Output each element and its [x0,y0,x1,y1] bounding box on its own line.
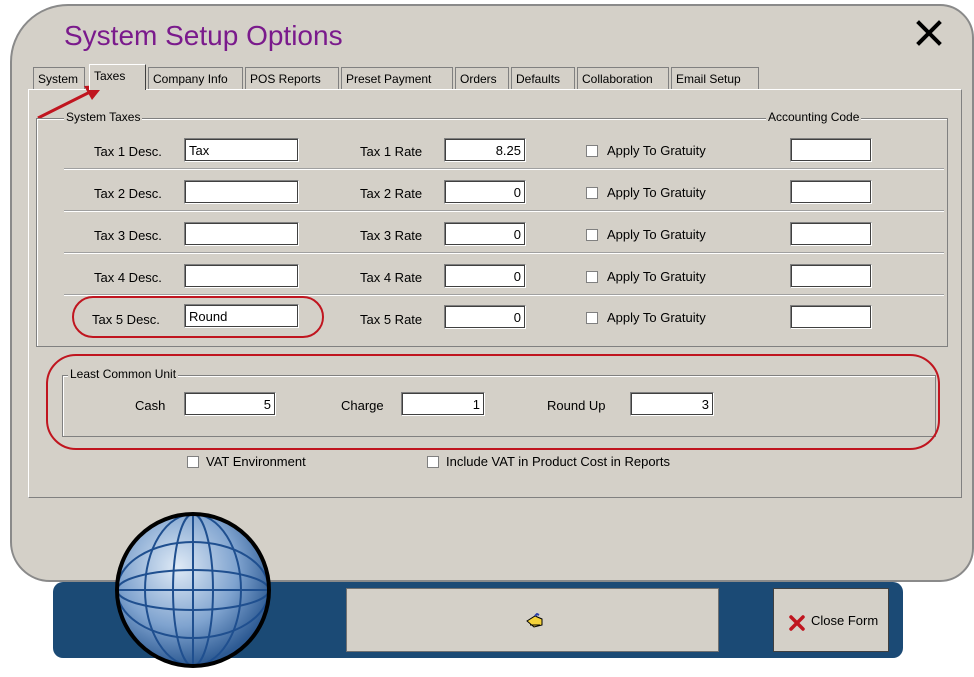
tax-1-desc-label: Tax 1 Desc. [94,144,162,159]
tab-taxes[interactable]: Taxes [89,64,146,90]
tax-5-gratuity-checkbox[interactable] [586,312,598,324]
tab-pos-reports[interactable]: POS Reports [245,67,339,89]
tax-3-gratuity-checkbox[interactable] [586,229,598,241]
tax-1-gratuity-checkbox[interactable] [586,145,598,157]
tax-5-gratuity-label: Apply To Gratuity [607,310,706,325]
tax-1-accounting-code-input[interactable] [790,138,872,162]
tax-4-gratuity-label: Apply To Gratuity [607,269,706,284]
tax-2-accounting-code-input[interactable] [790,180,872,204]
accounting-code-header: Accounting Code [766,110,862,124]
tax-2-rate-input[interactable] [444,180,526,204]
tax-1-rate-label: Tax 1 Rate [360,144,423,159]
vat-environment-checkbox[interactable] [187,456,199,468]
tab-defaults[interactable]: Defaults [511,67,575,89]
tax-3-rate-input[interactable] [444,222,526,246]
tab-orders[interactable]: Orders [455,67,509,89]
vat-environment-label: VAT Environment [206,454,306,469]
tax-4-accounting-code-input[interactable] [790,264,872,288]
annotation-rect-least-common-unit [46,354,940,450]
tax-2-desc-input[interactable] [184,180,299,204]
tax-2-desc-label: Tax 2 Desc. [94,186,162,201]
action-button[interactable] [346,588,719,652]
tax-4-gratuity-checkbox[interactable] [586,271,598,283]
tax-4-desc-input[interactable] [184,264,299,288]
tax-2-gratuity-checkbox[interactable] [586,187,598,199]
tax-5-rate-input[interactable] [444,305,526,329]
system-taxes-label: System Taxes [64,110,143,124]
tax-3-gratuity-label: Apply To Gratuity [607,227,706,242]
tax-3-rate-label: Tax 3 Rate [360,228,423,243]
tax-2-gratuity-label: Apply To Gratuity [607,185,706,200]
tax-1-gratuity-label: Apply To Gratuity [607,143,706,158]
tax-3-desc-label: Tax 3 Desc. [94,228,162,243]
tax-4-rate-input[interactable] [444,264,526,288]
row-divider [64,252,944,254]
row-divider [64,168,944,170]
tab-preset-payment[interactable]: Preset Payment [341,67,453,89]
tab-company-info[interactable]: Company Info [148,67,243,89]
tax-4-desc-label: Tax 4 Desc. [94,270,162,285]
close-window-icon[interactable] [916,20,942,52]
tab-collaboration[interactable]: Collaboration [577,67,669,89]
close-form-label: Close Form [811,613,879,628]
window-title: System Setup Options [64,20,343,51]
tax-2-rate-label: Tax 2 Rate [360,186,423,201]
tax-1-rate-input[interactable] [444,138,526,162]
annotation-oval-tax5 [72,296,324,338]
tax-3-desc-input[interactable] [184,222,299,246]
red-x-icon [789,615,805,631]
tax-5-accounting-code-input[interactable] [790,305,872,329]
tax-3-accounting-code-input[interactable] [790,222,872,246]
tab-email-setup[interactable]: Email Setup [671,67,759,89]
include-vat-label: Include VAT in Product Cost in Reports [446,454,670,469]
row-divider [64,210,944,212]
pointing-hand-icon [526,613,543,628]
include-vat-checkbox[interactable] [427,456,439,468]
close-form-button[interactable]: Close Form [773,588,889,652]
globe-icon [115,512,271,668]
tax-1-desc-input[interactable] [184,138,299,162]
tax-4-rate-label: Tax 4 Rate [360,270,423,285]
tax-5-rate-label: Tax 5 Rate [360,312,423,327]
